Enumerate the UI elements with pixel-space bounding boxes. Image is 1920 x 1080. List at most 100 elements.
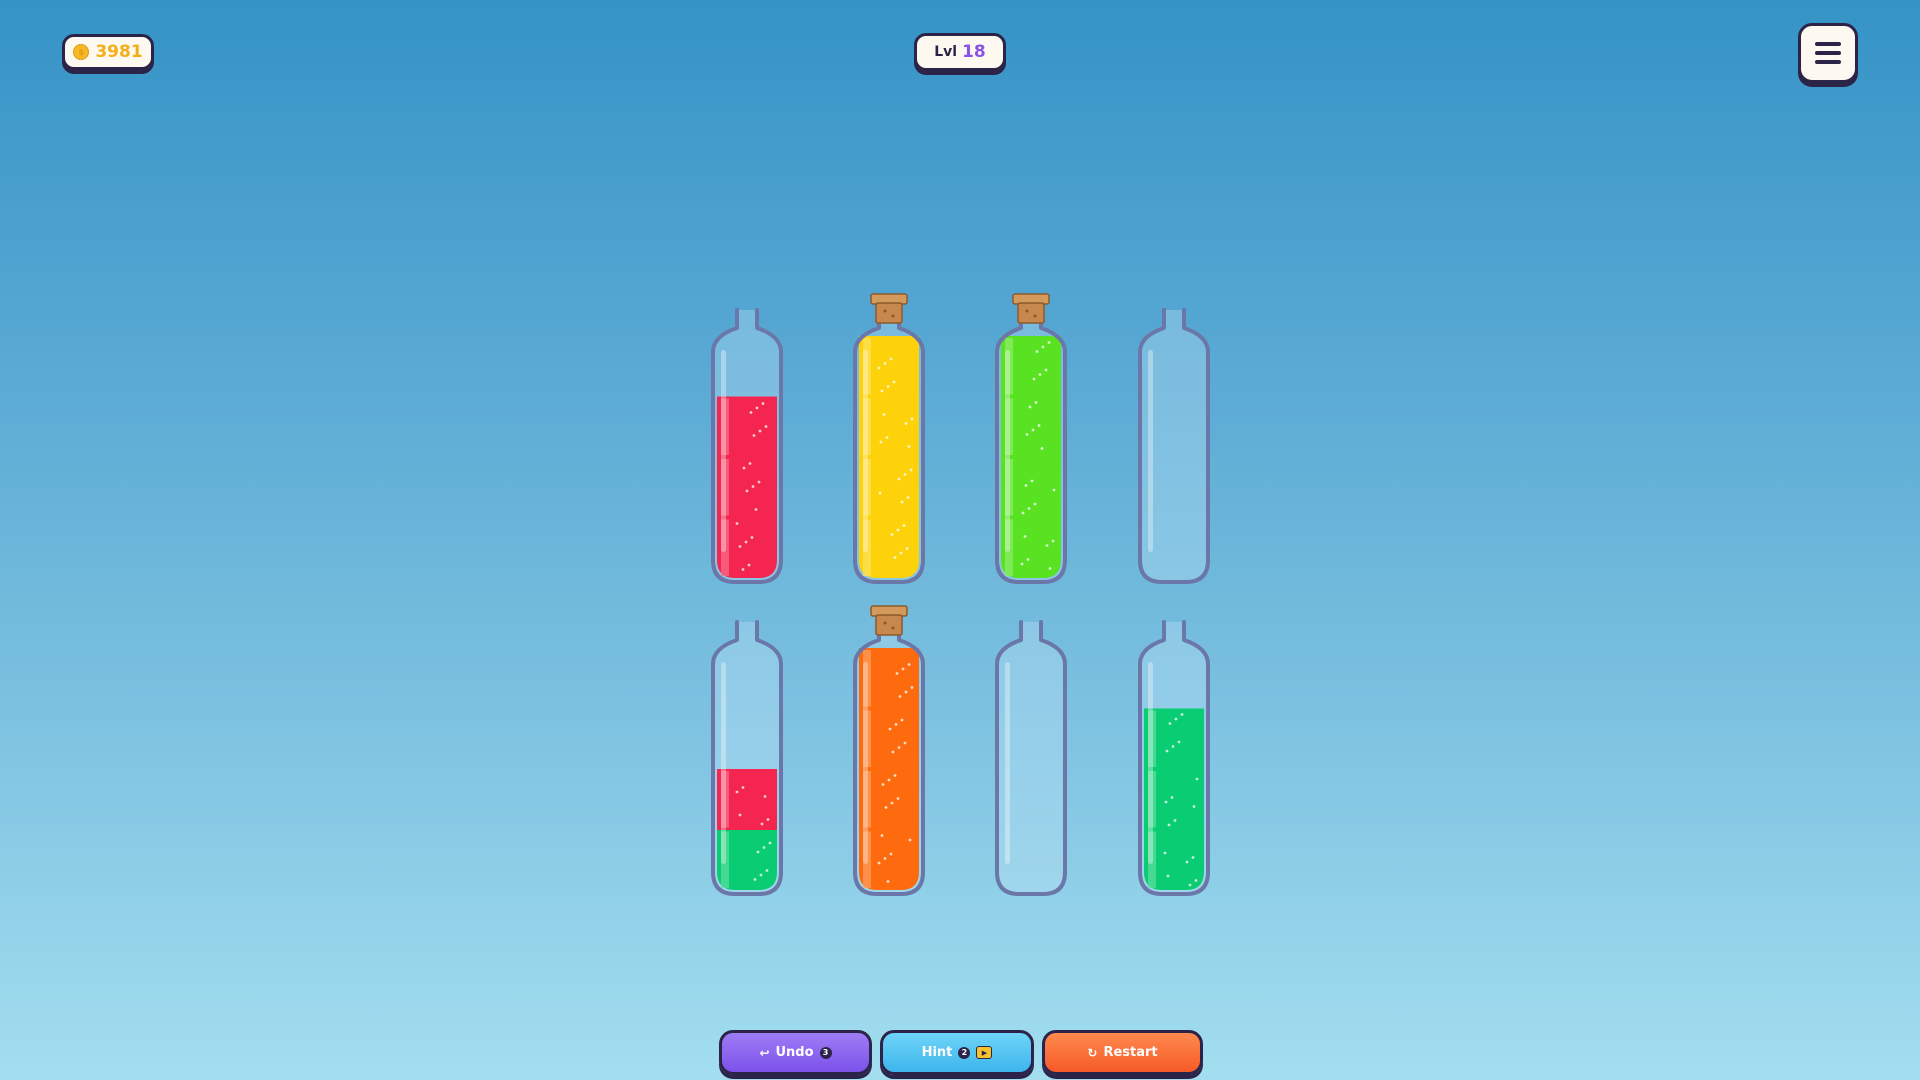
bubble bbox=[759, 873, 763, 877]
hint-label: Hint bbox=[921, 1045, 953, 1060]
bubble bbox=[1028, 405, 1032, 409]
bubble bbox=[741, 786, 745, 789]
bubble bbox=[1032, 377, 1036, 381]
bubble bbox=[904, 422, 908, 425]
bubble bbox=[1168, 722, 1172, 725]
bubble bbox=[893, 556, 897, 559]
bubble bbox=[891, 750, 895, 754]
bubble bbox=[879, 440, 883, 444]
bubble bbox=[901, 667, 905, 671]
bubble bbox=[910, 686, 914, 689]
bubble bbox=[1165, 749, 1169, 753]
bubble bbox=[1177, 740, 1181, 744]
tube-board bbox=[711, 293, 1210, 896]
bubble bbox=[877, 861, 881, 865]
glass-reflection bbox=[1148, 350, 1153, 552]
bubble bbox=[762, 846, 766, 849]
hint-count-badge: 2 bbox=[958, 1046, 971, 1059]
hint-button[interactable]: Hint 2 ▶ bbox=[880, 1030, 1034, 1075]
undo-count-badge: 3 bbox=[819, 1046, 832, 1059]
bubble bbox=[761, 402, 765, 405]
restart-icon: ↻ bbox=[1087, 1045, 1098, 1060]
bubble bbox=[895, 672, 899, 675]
bubble bbox=[744, 540, 748, 544]
bubble bbox=[749, 411, 753, 414]
tube[interactable] bbox=[853, 605, 925, 896]
tube[interactable] bbox=[995, 620, 1067, 896]
bubble bbox=[1052, 488, 1056, 492]
tube[interactable] bbox=[853, 293, 925, 584]
tube[interactable] bbox=[995, 293, 1067, 584]
bubble bbox=[1185, 860, 1189, 864]
bubble bbox=[1180, 713, 1184, 716]
bubble bbox=[1173, 819, 1177, 822]
undo-button[interactable]: ↩ Undo 3 bbox=[719, 1030, 872, 1075]
bubble bbox=[1051, 539, 1055, 543]
bubble bbox=[754, 508, 758, 511]
bubble bbox=[1020, 562, 1024, 566]
bubble bbox=[747, 563, 751, 567]
tube[interactable] bbox=[1138, 620, 1210, 896]
bubble bbox=[748, 462, 752, 465]
cork-icon bbox=[1012, 293, 1050, 324]
bubble bbox=[766, 818, 770, 821]
bubble bbox=[1045, 544, 1049, 547]
bubble bbox=[897, 477, 901, 481]
bubble bbox=[883, 362, 887, 365]
bubble bbox=[880, 389, 884, 393]
bubble bbox=[882, 413, 886, 416]
bubble bbox=[1195, 777, 1199, 781]
bubble bbox=[1163, 851, 1167, 855]
glass-reflection bbox=[721, 350, 726, 552]
bubble bbox=[903, 473, 907, 476]
bubble bbox=[752, 434, 756, 437]
bubble bbox=[907, 663, 911, 666]
bubble bbox=[1021, 511, 1025, 515]
tube[interactable] bbox=[1138, 308, 1210, 584]
bubble bbox=[753, 878, 757, 881]
bubble bbox=[890, 533, 894, 536]
bubble bbox=[757, 480, 761, 484]
glass-reflection bbox=[1005, 350, 1010, 552]
bubble bbox=[1167, 823, 1171, 827]
bubble bbox=[907, 445, 911, 448]
bubble bbox=[1044, 368, 1048, 372]
glass-reflection bbox=[863, 662, 868, 864]
bubble bbox=[890, 801, 894, 805]
glass-reflection bbox=[1005, 662, 1010, 864]
bubble bbox=[765, 869, 769, 872]
bubble bbox=[1171, 745, 1175, 748]
bubble bbox=[1194, 879, 1198, 882]
bubble bbox=[902, 524, 906, 527]
bubble bbox=[1037, 424, 1041, 427]
video-ad-icon: ▶ bbox=[976, 1046, 993, 1059]
bubble bbox=[887, 778, 891, 782]
bubble bbox=[885, 436, 889, 439]
bubble bbox=[886, 880, 890, 883]
bubble bbox=[738, 545, 742, 548]
bubble bbox=[900, 718, 904, 722]
bubble bbox=[756, 850, 760, 854]
bubble bbox=[1038, 373, 1042, 376]
bubble bbox=[1025, 433, 1029, 436]
bubble bbox=[910, 417, 914, 421]
bubble bbox=[763, 795, 767, 798]
bubble bbox=[878, 491, 882, 495]
bubble bbox=[1041, 345, 1045, 349]
bubble bbox=[1191, 856, 1195, 859]
bubble bbox=[1024, 484, 1028, 487]
tube[interactable] bbox=[711, 308, 783, 584]
glass-reflection bbox=[1148, 662, 1153, 864]
bubble bbox=[900, 500, 904, 504]
bubble bbox=[1164, 800, 1168, 804]
restart-button[interactable]: ↻ Restart bbox=[1042, 1030, 1203, 1075]
bubble bbox=[905, 547, 909, 550]
bubble bbox=[1034, 401, 1038, 404]
bubble bbox=[1023, 535, 1027, 538]
bubble bbox=[880, 834, 884, 837]
tube[interactable] bbox=[711, 620, 783, 896]
bubble bbox=[735, 790, 739, 794]
bubble bbox=[897, 746, 901, 749]
bubble bbox=[764, 425, 768, 428]
bubble bbox=[742, 466, 746, 470]
